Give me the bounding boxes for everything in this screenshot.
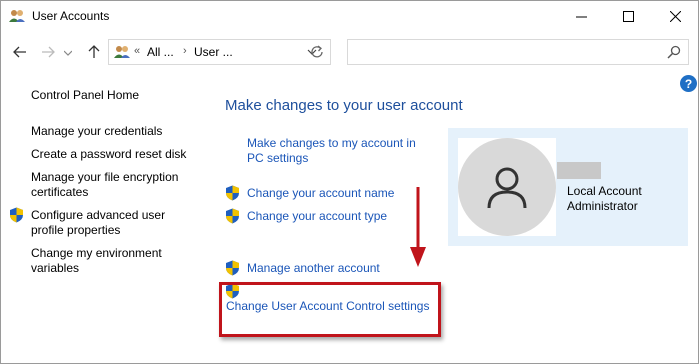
- change-account-name-link[interactable]: Change your account name: [247, 186, 394, 201]
- chevron-down-icon: [64, 50, 72, 56]
- uac-shield-icon: [226, 185, 239, 201]
- close-icon: [669, 11, 681, 22]
- account-panel: Local Account Administrator: [448, 128, 688, 246]
- file-encryption-link[interactable]: Manage your file encryption certificates: [31, 170, 196, 200]
- annotation-highlight-box: [219, 282, 441, 337]
- address-bar[interactable]: « All ... › User ...: [108, 39, 331, 65]
- avatar: [458, 138, 556, 236]
- user-accounts-window: User Accounts « All ... › User ... ? Con…: [0, 0, 699, 364]
- user-accounts-icon: [9, 10, 25, 22]
- title-bar: User Accounts: [1, 1, 698, 32]
- arrow-right-icon: [42, 46, 55, 58]
- help-icon: ?: [684, 76, 693, 91]
- breadcrumb-separator[interactable]: ›: [183, 45, 187, 57]
- page-title: Make changes to your user account: [225, 97, 463, 114]
- breadcrumb-user-accounts[interactable]: User ...: [194, 45, 233, 59]
- control-panel-home-link[interactable]: Control Panel Home: [31, 88, 139, 103]
- uac-shield-icon: [226, 208, 239, 224]
- arrow-up-icon: [88, 45, 100, 58]
- breadcrumb-overflow[interactable]: «: [134, 45, 140, 57]
- password-reset-disk-link[interactable]: Create a password reset disk: [31, 147, 186, 162]
- redacted-username: [557, 162, 601, 179]
- forward-button[interactable]: [38, 42, 58, 62]
- close-button[interactable]: [652, 1, 698, 32]
- uac-shield-icon: [10, 207, 23, 223]
- annotation-arrow: [410, 187, 426, 267]
- search-input[interactable]: [352, 43, 652, 61]
- advanced-profile-properties-link[interactable]: Configure advanced user profile properti…: [31, 208, 181, 238]
- pc-settings-link[interactable]: Make changes to my account in PC setting…: [247, 136, 427, 166]
- manage-credentials-link[interactable]: Manage your credentials: [31, 124, 162, 139]
- arrow-left-icon: [13, 46, 26, 58]
- back-button[interactable]: [10, 42, 30, 62]
- uac-shield-icon: [226, 260, 239, 276]
- account-role: Administrator: [567, 199, 638, 213]
- minimize-button[interactable]: [558, 1, 604, 32]
- manage-another-account-link[interactable]: Manage another account: [247, 261, 380, 276]
- environment-variables-link[interactable]: Change my environment variables: [31, 246, 181, 276]
- account-name: Local Account: [567, 184, 642, 198]
- window-title: User Accounts: [32, 9, 110, 23]
- search-icon[interactable]: [667, 45, 681, 59]
- up-button[interactable]: [84, 42, 104, 62]
- user-accounts-icon: [114, 46, 130, 58]
- search-box[interactable]: [347, 39, 689, 65]
- refresh-icon[interactable]: [309, 44, 325, 60]
- recent-locations-button[interactable]: [58, 43, 78, 63]
- breadcrumb-all-control-panel[interactable]: All ...: [147, 45, 174, 59]
- maximize-icon: [622, 11, 634, 22]
- minimize-icon: [575, 16, 587, 18]
- maximize-button[interactable]: [605, 1, 651, 32]
- user-silhouette-icon: [458, 138, 556, 236]
- help-button[interactable]: ?: [680, 75, 697, 92]
- change-account-type-link[interactable]: Change your account type: [247, 209, 387, 224]
- navigation-bar: « All ... › User ...: [1, 34, 698, 70]
